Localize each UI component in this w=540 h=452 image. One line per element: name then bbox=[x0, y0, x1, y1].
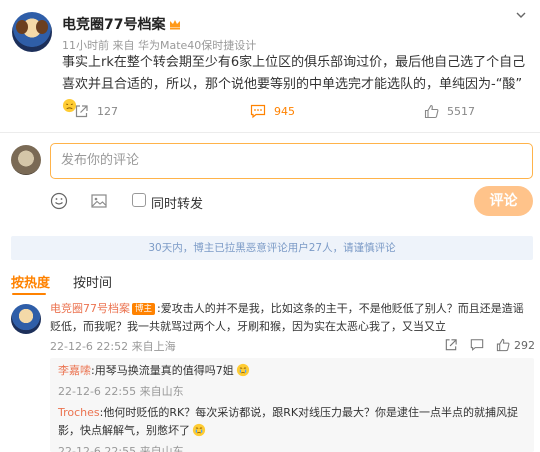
comment-actions: 292 bbox=[444, 338, 535, 354]
comment-reply-icon[interactable] bbox=[470, 338, 484, 352]
reply-meta: 22-12-6 22:55 来自山东 bbox=[58, 445, 184, 452]
reply-text: :他何时贬低的RK？每次采访都说，跟RK对线压力最大？你是逮住一点半点的就捕风捉… bbox=[58, 406, 519, 437]
repost-icon bbox=[75, 104, 88, 117]
thumbs-up-icon bbox=[424, 104, 439, 118]
post-author-avatar[interactable] bbox=[12, 12, 52, 52]
like-button[interactable]: 5517 bbox=[424, 98, 475, 124]
image-icon[interactable] bbox=[90, 192, 108, 210]
repost-checkbox-label[interactable]: 同时转发 bbox=[151, 193, 203, 212]
comment-count: 945 bbox=[274, 104, 295, 118]
submit-comment-button[interactable]: 评论 bbox=[474, 186, 533, 216]
post-author-label[interactable]: 电竞圈77号档案 bbox=[62, 17, 165, 33]
repost-button[interactable]: 127 bbox=[74, 98, 118, 124]
comment-meta: 22-12-6 22:52 来自上海 bbox=[50, 340, 176, 353]
comment-button[interactable]: 945 bbox=[250, 98, 295, 124]
tab-sort-time[interactable]: 按时间 bbox=[73, 272, 112, 291]
comment-author-name[interactable]: 电竞圈77号档案 bbox=[50, 302, 130, 315]
comment-input[interactable]: 发布你的评论 bbox=[50, 143, 533, 179]
comment-author-avatar[interactable] bbox=[11, 304, 41, 334]
current-user-avatar[interactable] bbox=[11, 145, 41, 175]
reply-author-name[interactable]: Troches bbox=[58, 406, 100, 419]
blocked-users-notice: 30天内，博主已拉黑恶意评论用户27人，请谨慎评论 bbox=[11, 236, 533, 260]
chevron-down-icon[interactable] bbox=[514, 8, 528, 22]
post-author-name[interactable]: 电竞圈77号档案 bbox=[62, 14, 182, 34]
reply-author-name[interactable]: 李嘉嗦 bbox=[58, 364, 91, 377]
author-tag-badge: 博主 bbox=[132, 303, 156, 315]
crying-face-emoji-icon bbox=[236, 363, 249, 377]
like-count: 5517 bbox=[447, 104, 475, 118]
comment-repost-icon[interactable] bbox=[444, 338, 458, 352]
post-text: 事实上rk在整个转会期至少有6家上位区的俱乐部询过价，最后他自己选了个自己喜欢并… bbox=[62, 55, 526, 92]
crying-face-emoji-icon bbox=[192, 423, 206, 437]
post-header: 电竞圈77号档案 11小时前 来自 华为Mate40保时捷设计 bbox=[12, 8, 528, 52]
reply-list: 李嘉嗦:用琴马换流量真的值得吗7姐 22-12-6 22:55 来自山东 Tro… bbox=[50, 358, 534, 452]
comment-like-icon[interactable] bbox=[496, 338, 510, 352]
crown-badge-icon bbox=[170, 20, 181, 30]
repost-count: 127 bbox=[97, 104, 118, 118]
section-divider bbox=[0, 132, 540, 133]
repost-checkbox[interactable] bbox=[132, 193, 146, 207]
reply-meta: 22-12-6 22:55 来自山东 bbox=[58, 385, 184, 398]
comment-like-count: 292 bbox=[514, 339, 535, 352]
post-meta: 11小时前 来自 华为Mate40保时捷设计 bbox=[62, 39, 257, 52]
comment-icon bbox=[250, 104, 266, 118]
reply-item: 李嘉嗦:用琴马换流量真的值得吗7姐 bbox=[58, 362, 526, 380]
reply-text: :用琴马换流量真的值得吗7姐 bbox=[91, 364, 234, 377]
post-action-bar: 127 945 5517 bbox=[0, 98, 540, 124]
active-tab-indicator bbox=[12, 293, 46, 295]
reply-item: Troches:他何时贬低的RK？每次采访都说，跟RK对线压力最大？你是逮住一点… bbox=[58, 404, 526, 440]
emoji-icon[interactable] bbox=[50, 192, 68, 210]
comment-item: 电竞圈77号档案 博主:爱攻击人的并不是我，比如这条的主干，不是他贬低了别人？而且… bbox=[50, 300, 532, 336]
tab-sort-hot[interactable]: 按热度 bbox=[11, 272, 50, 291]
